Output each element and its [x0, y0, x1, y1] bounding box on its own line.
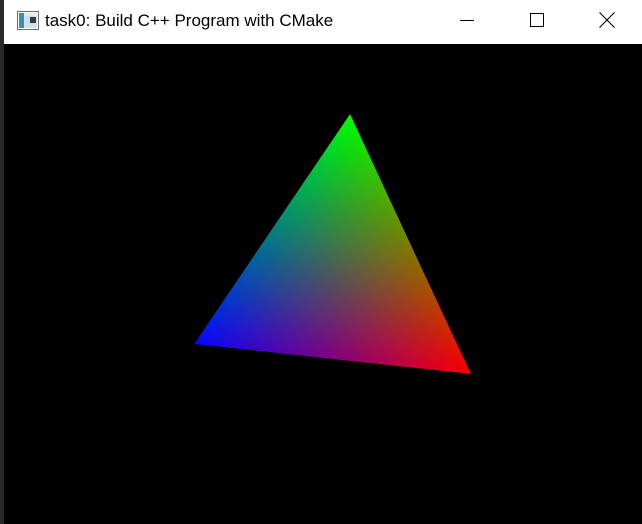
- maximize-button[interactable]: [502, 0, 572, 44]
- title-bar[interactable]: task0: Build C++ Program with CMake: [4, 0, 642, 44]
- render-surface: [4, 44, 642, 524]
- minimize-icon: [460, 13, 474, 32]
- maximize-icon: [530, 12, 544, 32]
- render-canvas[interactable]: [4, 44, 642, 524]
- window-icon[interactable]: [17, 11, 39, 30]
- app-window: task0: Build C++ Program with CMake: [0, 0, 642, 524]
- minimize-button[interactable]: [432, 0, 502, 44]
- window-title: task0: Build C++ Program with CMake: [45, 11, 334, 30]
- close-icon: [599, 11, 615, 33]
- close-button[interactable]: [572, 0, 642, 44]
